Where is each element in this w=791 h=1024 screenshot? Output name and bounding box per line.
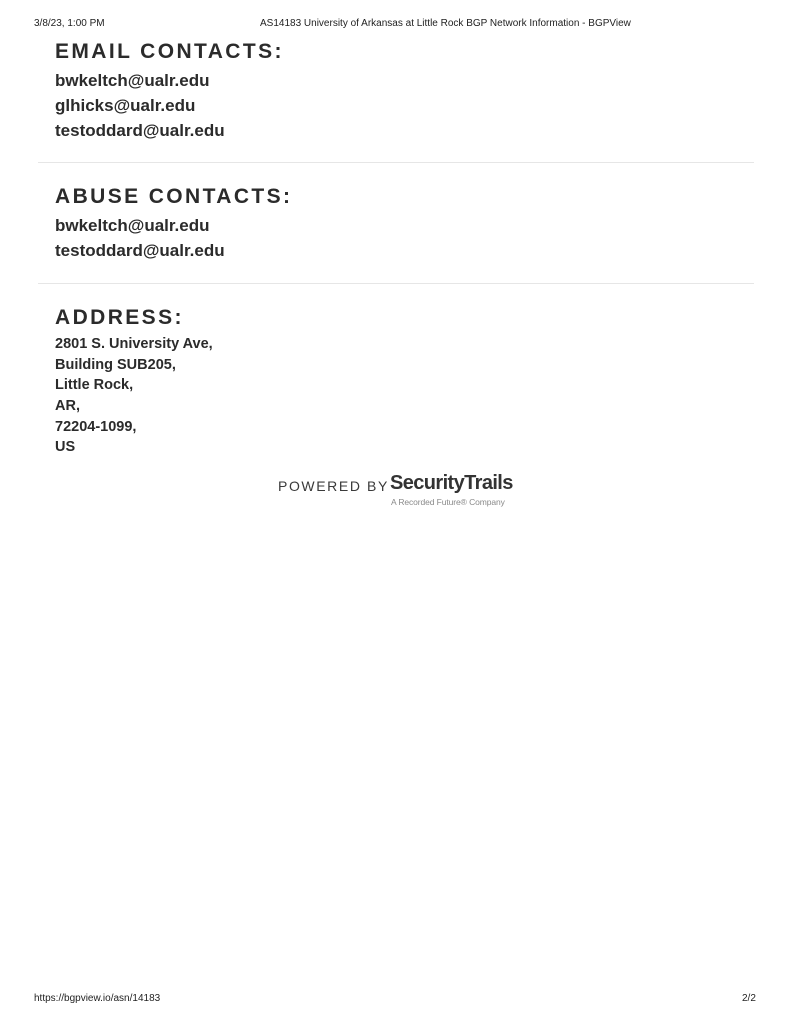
- address-heading: ADDRESS:: [55, 306, 184, 329]
- print-footer-page-number: 2/2: [742, 993, 756, 1004]
- address-line: Little Rock,: [55, 377, 134, 394]
- abuse-contacts-section: ABUSE CONTACTS: bwkeltch@ualr.edu testod…: [55, 186, 755, 263]
- print-header-title: AS14183 University of Arkansas at Little…: [260, 18, 631, 29]
- powered-by-label: POWERED BY: [278, 478, 389, 494]
- email-contacts-heading: EMAIL CONTACTS:: [55, 40, 284, 63]
- section-divider: [38, 162, 754, 163]
- address-line: 2801 S. University Ave,: [55, 336, 213, 352]
- abuse-contact-item[interactable]: bwkeltch@ualr.edu: [55, 213, 755, 238]
- email-contacts-list: bwkeltch@ualr.edu glhicks@ualr.edu testo…: [55, 68, 755, 143]
- print-footer-url: https://bgpview.io/asn/14183: [34, 993, 161, 1004]
- address-section: ADDRESS: 2801 S. University Ave, Buildin…: [55, 307, 755, 458]
- email-contacts-section: EMAIL CONTACTS: bwkeltch@ualr.edu glhick…: [55, 41, 755, 143]
- address-line: AR,: [55, 398, 80, 415]
- powered-by-securitytrails-logo[interactable]: POWERED BY SecurityTrails A Recorded Fut…: [278, 472, 518, 512]
- address-line: US: [55, 439, 76, 456]
- address-line: Building SUB205,: [55, 356, 176, 373]
- abuse-contacts-heading: ABUSE CONTACTS:: [55, 185, 293, 208]
- email-contact-item[interactable]: bwkeltch@ualr.edu: [55, 68, 755, 93]
- print-header-date: 3/8/23, 1:00 PM: [34, 18, 105, 29]
- recorded-future-tagline: A Recorded Future® Company: [391, 497, 505, 507]
- securitytrails-wordmark: SecurityTrails: [390, 472, 513, 494]
- abuse-contact-item[interactable]: testoddard@ualr.edu: [55, 238, 755, 263]
- email-contact-item[interactable]: testoddard@ualr.edu: [55, 118, 755, 143]
- abuse-contacts-list: bwkeltch@ualr.edu testoddard@ualr.edu: [55, 213, 755, 263]
- address-line: 72204-1099,: [55, 418, 137, 435]
- section-divider: [38, 283, 754, 284]
- email-contact-item[interactable]: glhicks@ualr.edu: [55, 93, 755, 118]
- address-lines: 2801 S. University Ave, Building SUB205,…: [55, 334, 755, 458]
